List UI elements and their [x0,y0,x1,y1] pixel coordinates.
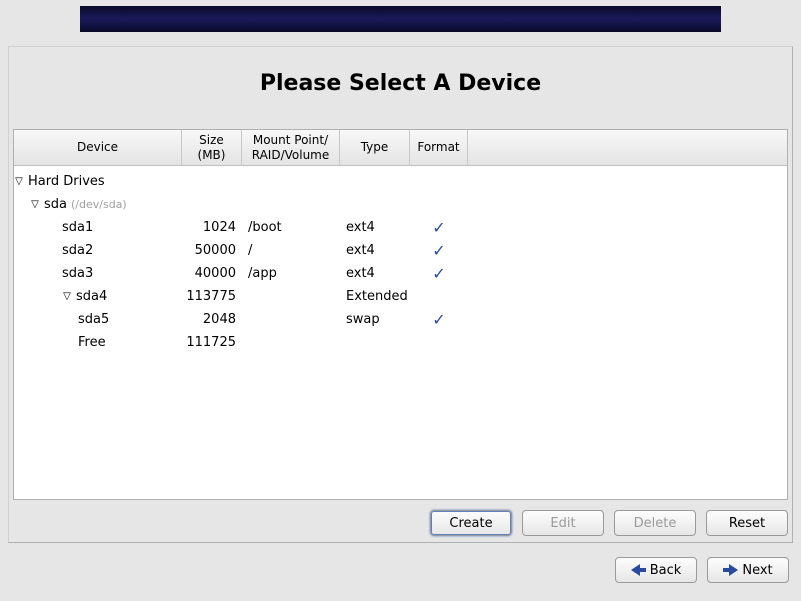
cell-size: 2048 [182,312,242,327]
nav-buttons: Back Next [615,557,789,583]
cell-device: sda3 [14,266,182,281]
device-name: Free [78,335,106,350]
table-row[interactable]: Free 111725 [14,331,787,354]
device-name: Hard Drives [28,174,105,189]
table-body: ▽ Hard Drives ▽ sda (/dev/sda) sda1 1024/boot… [14,166,787,354]
cell-device: sda1 [14,220,182,235]
back-button[interactable]: Back [615,557,697,583]
cell-type: ext4 [340,243,410,258]
device-name: sda4 [76,289,107,304]
cell-mount: / [242,243,340,258]
cell-size: 50000 [182,243,242,258]
cell-device: ▽ Hard Drives [14,174,182,189]
cell-device: Free [14,335,182,350]
device-name: sda [44,197,67,212]
next-label: Next [742,563,772,578]
cell-format: ✓ [410,264,468,283]
back-label: Back [650,563,682,578]
cell-type: Extended [340,289,410,304]
cell-device: sda5 [14,312,182,327]
device-name: sda3 [62,266,93,281]
cell-format: ✓ [410,241,468,260]
device-path: (/dev/sda) [71,198,127,211]
arrow-left-icon [631,564,646,576]
device-table: Device Size (MB) Mount Point/ RAID/Volum… [13,129,788,500]
table-row[interactable]: sda3 40000/appext4 ✓ [14,262,787,285]
check-icon: ✓ [432,264,445,283]
cell-mount: /boot [242,220,340,235]
col-size[interactable]: Size (MB) [182,130,242,165]
main-panel: Please Select A Device Device Size (MB) … [8,46,793,543]
create-button[interactable]: Create [430,510,512,536]
cell-type: ext4 [340,220,410,235]
cell-size: 1024 [182,220,242,235]
expander-icon[interactable]: ▽ [62,291,72,302]
check-icon: ✓ [432,310,445,329]
device-name: sda5 [78,312,109,327]
arrow-right-icon [723,564,738,576]
expander-icon[interactable]: ▽ [30,199,40,210]
delete-button: Delete [614,510,696,536]
col-type[interactable]: Type [340,130,410,165]
cell-device: ▽ sda4 [14,289,182,304]
reset-button[interactable]: Reset [706,510,788,536]
page-title: Please Select A Device [9,47,792,122]
cell-device: ▽ sda (/dev/sda) [14,197,182,212]
cell-type: swap [340,312,410,327]
cell-size: 40000 [182,266,242,281]
cell-device: sda2 [14,243,182,258]
device-name: sda1 [62,220,93,235]
col-spacer [468,130,787,165]
window-title-bar [80,6,721,32]
table-row[interactable]: ▽ sda (/dev/sda) [14,193,787,216]
action-buttons: Create Edit Delete Reset [13,510,788,536]
table-row[interactable]: sda5 2048 swap ✓ [14,308,787,331]
check-icon: ✓ [432,218,445,237]
cell-format: ✓ [410,310,468,329]
cell-size: 111725 [182,335,242,350]
col-format[interactable]: Format [410,130,468,165]
col-device[interactable]: Device [14,130,182,165]
col-mount[interactable]: Mount Point/ RAID/Volume [242,130,340,165]
table-header: Device Size (MB) Mount Point/ RAID/Volum… [14,130,787,166]
check-icon: ✓ [432,241,445,260]
table-row[interactable]: sda1 1024/bootext4 ✓ [14,216,787,239]
edit-button: Edit [522,510,604,536]
cell-type: ext4 [340,266,410,281]
table-row[interactable]: sda2 50000/ext4 ✓ [14,239,787,262]
expander-icon[interactable]: ▽ [14,176,24,187]
cell-format: ✓ [410,218,468,237]
table-row[interactable]: ▽ sda4 113775 Extended [14,285,787,308]
device-name: sda2 [62,243,93,258]
cell-mount: /app [242,266,340,281]
table-row[interactable]: ▽ Hard Drives [14,170,787,193]
next-button[interactable]: Next [707,557,789,583]
cell-size: 113775 [182,289,242,304]
